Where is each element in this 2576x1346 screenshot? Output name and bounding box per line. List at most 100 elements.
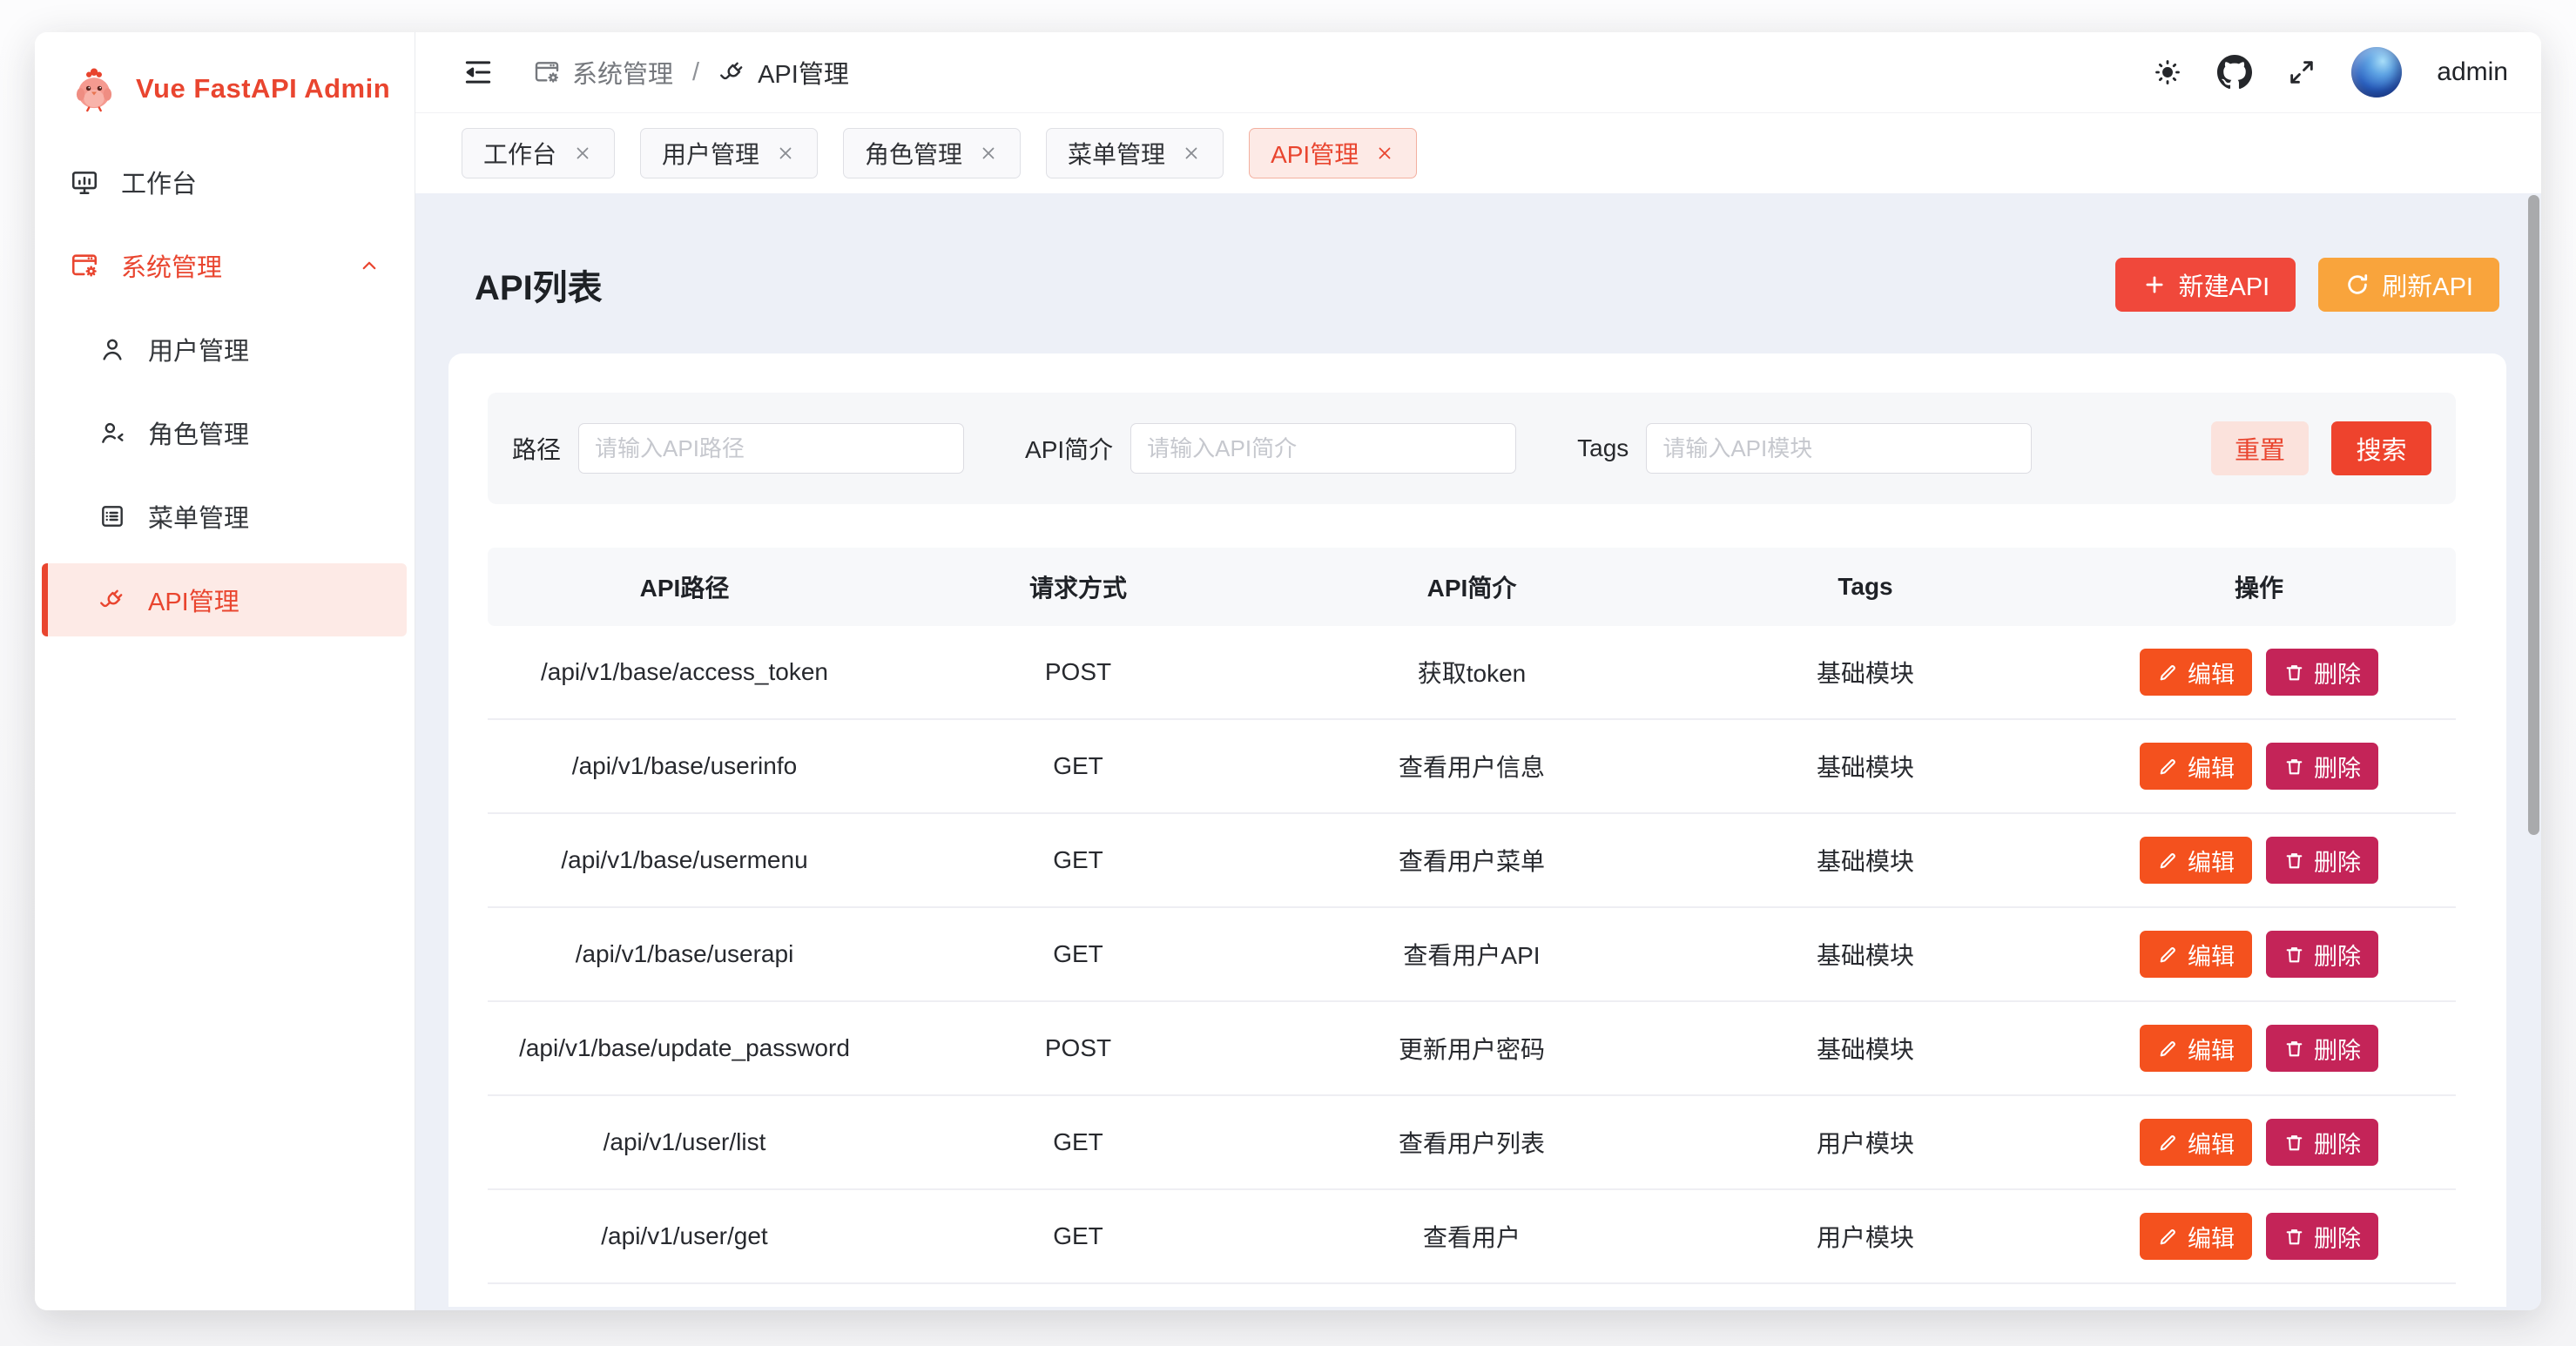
edit-label: 编辑 [2188,938,2235,972]
cell-method: POST [881,626,1275,718]
delete-button[interactable]: 删除 [2266,743,2378,790]
cell-method: GET [881,720,1275,812]
table-row: /api/v1/base/access_tokenPOST获取token基础模块… [488,626,2456,720]
cell-actions: 编辑删除 [2062,1002,2456,1094]
api-icon [718,58,746,86]
cell-summary: 查看用户信息 [1275,720,1669,812]
breadcrumb: 系统管理/API管理 [533,54,849,91]
edit-button[interactable]: 编辑 [2140,649,2252,696]
tab-workbench[interactable]: 工作台 [462,128,615,178]
sidebar-item-menus[interactable]: 菜单管理 [42,480,407,553]
sidebar: Vue FastAPI Admin 工作台系统管理用户管理角色管理菜单管理 API… [35,32,415,1310]
api-list-card: 路径API简介Tags重置搜索 API路径请求方式API简介Tags操作/api… [448,353,2506,1307]
edit-button[interactable]: 编辑 [2140,931,2252,978]
cell-actions: 编辑 删除 [2062,908,2456,1000]
pencil-icon [2157,662,2179,683]
filter-input-summary[interactable] [1130,423,1516,474]
sidebar-item-label: 菜单管理 [148,498,249,535]
menu-list-icon [98,502,126,530]
pencil-icon [2157,1132,2179,1154]
cell-summary: 查看用户列表 [1275,1096,1669,1188]
delete-button[interactable]: 删除 [2266,1119,2378,1166]
cell-actions: 编辑删除 [2062,1096,2456,1188]
sidebar-item-users[interactable]: 用户管理 [42,313,407,386]
refresh-api-label: 刷新API [2382,266,2473,303]
edit-button[interactable]: 编辑 [2140,1213,2252,1260]
cell-tags: 基础模块 [1669,814,2062,906]
cell-path: /api/v1/user/get [488,1190,881,1282]
theme-toggle-icon[interactable] [2153,57,2182,87]
brand-title: Vue FastAPI Admin [136,73,390,104]
cell-tags: 用户模块 [1669,1096,2062,1188]
filter-input-tags[interactable] [1646,423,2032,474]
cell-summary: 查看用户 [1275,1190,1669,1282]
sidebar-collapse-icon[interactable] [462,56,495,89]
breadcrumb-item-apis[interactable]: API管理 [718,54,849,91]
sidebar-item-apis[interactable]: API管理 [42,563,407,636]
delete-label: 删除 [2314,938,2361,972]
cell-actions: 编辑删除 [2062,1190,2456,1282]
close-icon[interactable] [1374,143,1395,164]
cell-path: /api/v1/base/update_password [488,1002,881,1094]
delete-button[interactable]: 删除 [2266,931,2378,978]
desktop-background: Vue FastAPI Admin 工作台系统管理用户管理角色管理菜单管理API… [0,0,2576,1346]
sidebar-item-label: 工作台 [121,164,197,200]
table-column-header: 请求方式 [881,548,1275,626]
table-row: /api/v1/base/userapiGET查看用户API基础模块编辑删除 [488,908,2456,1002]
brand[interactable]: Vue FastAPI Admin [35,32,415,119]
trash-icon [2283,756,2305,777]
table-row: /api/v1/user/getGET查看用户用户模块编辑删除 [488,1190,2456,1284]
delete-label: 删除 [2314,844,2361,878]
system-icon [533,58,561,86]
tab-users[interactable]: 用户管理 [640,128,818,178]
tab-roles[interactable]: 角色管理 [843,128,1021,178]
filter-input-path[interactable] [578,423,964,474]
tab-label: 菜单管理 [1068,136,1165,171]
cell-path: /api/v1/base/userinfo [488,720,881,812]
trash-icon [2283,1038,2305,1060]
search-button[interactable]: 搜索 [2331,421,2431,475]
sidebar-item-workbench[interactable]: 工作台 [42,145,407,219]
tab-label: 角色管理 [865,136,962,171]
cell-tags: 基础模块 [1669,908,2062,1000]
vertical-scrollbar[interactable] [2528,195,2539,835]
sidebar-item-roles[interactable]: 角色管理 [42,396,407,469]
close-icon[interactable] [978,143,999,164]
api-table: API路径请求方式API简介Tags操作/api/v1/base/access_… [488,548,2456,1284]
refresh-api-button[interactable]: 刷新API [2318,258,2499,312]
delete-button[interactable]: 删除 [2266,1213,2378,1260]
delete-button[interactable]: 删除 [2266,649,2378,696]
close-icon[interactable] [1181,143,1202,164]
cell-method: GET [881,814,1275,906]
close-icon[interactable] [572,143,593,164]
cell-method: GET [881,1096,1275,1188]
cell-actions: 编辑 删除 [2062,814,2456,906]
avatar[interactable] [2351,47,2402,98]
filter-actions: 重置搜索 [2211,421,2431,475]
create-api-button[interactable]: 新建API [2115,258,2296,312]
breadcrumb-item-system[interactable]: 系统管理 [533,54,673,91]
pencil-icon [2157,1038,2179,1060]
edit-label: 编辑 [2188,1126,2235,1160]
page-header: API列表 新建API 刷新API [475,258,2499,312]
edit-button[interactable]: 编辑 [2140,837,2252,884]
edit-button[interactable]: 编辑 [2140,743,2252,790]
page-actions: 新建API 刷新API [2115,258,2500,312]
edit-button[interactable]: 编辑 [2140,1025,2252,1072]
tab-menus[interactable]: 菜单管理 [1046,128,1224,178]
github-icon[interactable] [2217,55,2252,90]
fullscreen-icon[interactable] [2287,57,2316,87]
cell-method: POST [881,1002,1275,1094]
close-icon[interactable] [775,143,796,164]
username[interactable]: admin [2437,57,2508,87]
edit-label: 编辑 [2188,750,2235,784]
delete-button[interactable]: 删除 [2266,1025,2378,1072]
tab-label: 用户管理 [662,136,759,171]
delete-button[interactable]: 删除 [2266,837,2378,884]
sidebar-item-system[interactable]: 系统管理 [42,229,407,302]
table-column-header: 操作 [2062,548,2456,626]
cell-tags: 基础模块 [1669,1002,2062,1094]
tab-apis[interactable]: API管理 [1249,128,1417,178]
edit-button[interactable]: 编辑 [2140,1119,2252,1166]
reset-button[interactable]: 重置 [2211,421,2309,475]
